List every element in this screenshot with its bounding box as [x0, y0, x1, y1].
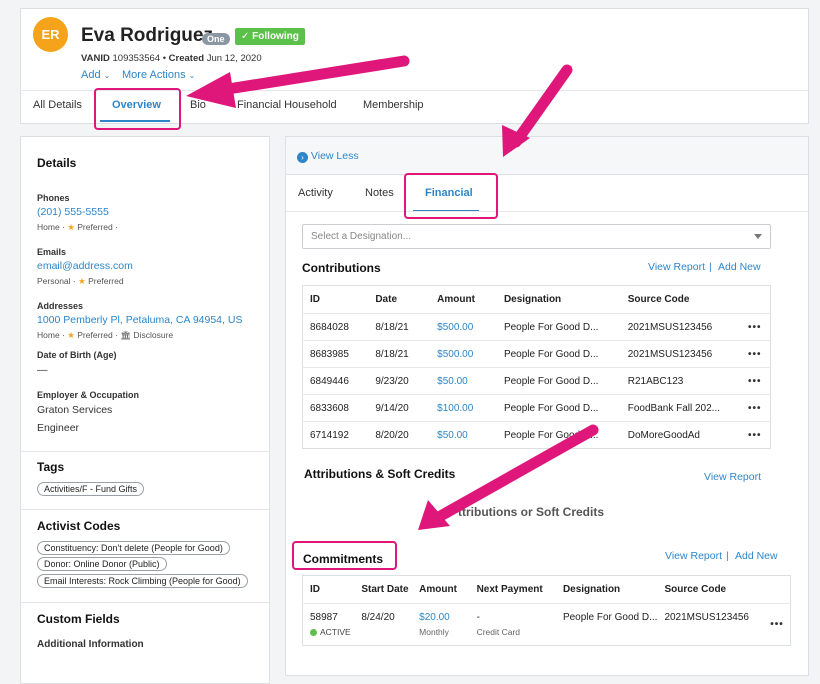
arrow-to-commitments: [431, 424, 599, 524]
arrow-to-financial: [510, 64, 573, 148]
arrow-to-overview: [216, 55, 410, 96]
annotation-arrows: [186, 55, 599, 530]
arrowhead-overview: [186, 72, 236, 108]
